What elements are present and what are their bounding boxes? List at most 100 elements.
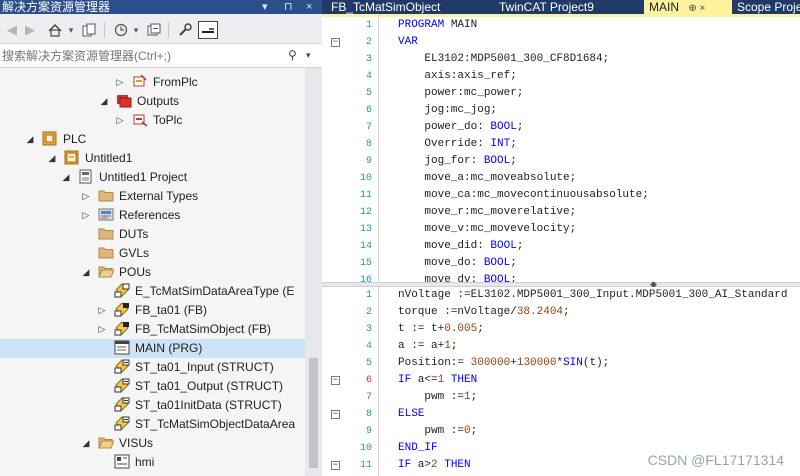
search-options-icon[interactable]: ▾ (306, 50, 311, 61)
collapsed-arrow-icon[interactable]: ▷ (114, 76, 126, 88)
code-line[interactable]: 2 torque :=nVoltage/38.2404; (322, 304, 800, 321)
tree-node[interactable]: ▷ FB_ta01 (FB) (0, 301, 305, 320)
tab-main[interactable]: MAIN ⊕ × (644, 0, 732, 14)
tab-twincat-project9[interactable]: TwinCAT Project9 (494, 0, 644, 14)
fold-toggle-icon[interactable]: − (331, 376, 340, 385)
expanded-arrow-icon[interactable]: ◢ (80, 437, 92, 449)
home-icon[interactable] (46, 21, 64, 39)
code-line[interactable]: − 2 VAR (322, 34, 800, 51)
code-line[interactable]: 9 pwm :=0; (322, 423, 800, 440)
code-line[interactable]: 7 pwm :=1; (322, 389, 800, 406)
tree-node[interactable]: E_TcMatSimDataAreaType (E (0, 282, 305, 301)
tab-fb-tcmatsimobject[interactable]: FB_TcMatSimObject (326, 0, 494, 14)
tab-scope-project[interactable]: Scope Proje (732, 0, 800, 14)
code-line[interactable]: 12 move_r:mc_moverelative; (322, 204, 800, 221)
code-line[interactable]: 1 nVoltage :=EL3102.MDP5001_300_Input.MDP… (322, 287, 800, 304)
window-options-icon[interactable]: ▾ (262, 0, 268, 14)
line-number: 5 (365, 358, 372, 369)
collapsed-arrow-icon[interactable]: ▷ (114, 114, 126, 126)
tree-node[interactable]: ▷ FB_TcMatSimObject (FB) (0, 320, 305, 339)
expanded-arrow-icon[interactable]: ◢ (24, 133, 36, 145)
fold-toggle-icon[interactable]: − (331, 38, 340, 47)
tree-node[interactable]: ◢ Untitled1 Project (0, 168, 305, 187)
fold-toggle-icon[interactable]: − (331, 410, 340, 419)
line-number: 11 (359, 460, 372, 471)
tree-node[interactable]: ◢ PLC (0, 130, 305, 149)
tree-node-label: References (119, 208, 181, 222)
tree-node-label: Outputs (137, 94, 180, 108)
fold-toggle-icon[interactable]: − (331, 461, 340, 470)
pending-changes-icon[interactable] (112, 21, 130, 39)
expanded-arrow-icon[interactable]: ◢ (60, 171, 72, 183)
properties-wrench-icon[interactable] (176, 21, 194, 39)
code-line[interactable]: 1 PROGRAM MAIN (322, 17, 800, 34)
collapse-all-icon[interactable] (145, 21, 163, 39)
close-icon[interactable]: × (306, 0, 312, 14)
implementation-pane[interactable]: 1 nVoltage :=EL3102.MDP5001_300_Input.MDP… (322, 287, 800, 476)
forward-icon[interactable]: ▶ (22, 21, 38, 39)
code-line[interactable]: 13 move_v:mc_movevelocity; (322, 221, 800, 238)
show-all-files-icon[interactable] (80, 21, 98, 39)
code-line[interactable]: 16 move_dv: BOOL; (322, 272, 800, 282)
code-line[interactable]: 3 t := t+0.005; (322, 321, 800, 338)
code-line[interactable]: 7 power_do: BOOL; (322, 119, 800, 136)
code-text: t := t+0.005; (398, 323, 484, 335)
search-icon[interactable]: ⚲ (288, 48, 297, 62)
line-number: 2 (365, 37, 372, 48)
tree-node[interactable]: hmi (0, 453, 305, 472)
line-number: 3 (365, 324, 372, 335)
code-line[interactable]: 4 axis:axis_ref; (322, 68, 800, 85)
tree-node[interactable]: ◢ Untitled1 (0, 149, 305, 168)
expanded-arrow-icon[interactable]: ◢ (98, 95, 110, 107)
home-dropdown-icon[interactable]: ▾ (66, 21, 76, 39)
code-line[interactable]: 11 move_ca:mc_movecontinuousabsolute; (322, 187, 800, 204)
back-icon[interactable]: ◀ (4, 21, 20, 39)
auto-hide-pin-icon[interactable]: ⊓ (284, 0, 293, 14)
tree-node[interactable]: ▷ ToPlc (0, 111, 305, 130)
code-text: IF a<=1 THEN (398, 374, 478, 386)
collapsed-arrow-icon[interactable]: ▷ (96, 323, 108, 335)
tree-node-label: FB_ta01 (FB) (135, 303, 208, 317)
tree-node[interactable]: ◢ Outputs (0, 92, 305, 111)
explorer-scrollbar[interactable] (305, 68, 322, 476)
code-line[interactable]: 4 a := a+1; (322, 338, 800, 355)
code-line[interactable]: 8 Override: INT; (322, 136, 800, 153)
code-text: move_ca:mc_movecontinuousabsolute; (398, 189, 649, 201)
expanded-arrow-icon[interactable]: ◢ (80, 266, 92, 278)
code-line[interactable]: 9 jog_for: BOOL; (322, 153, 800, 170)
tree-node[interactable]: ST_ta01_Input (STRUCT) (0, 358, 305, 377)
declaration-pane[interactable]: 1 PROGRAM MAIN − 2 VAR 3 EL3102:MDP5001_300_C… (322, 17, 800, 282)
collapsed-arrow-icon[interactable]: ▷ (80, 209, 92, 221)
code-line[interactable]: 15 move_do: BOOL; (322, 255, 800, 272)
tree-node[interactable]: ST_ta01InitData (STRUCT) (0, 396, 305, 415)
code-line[interactable]: 5 Position:= 300000+130000*SIN(t); (322, 355, 800, 372)
tree-node[interactable]: MAIN (PRG) (0, 339, 305, 358)
pending-dropdown-icon[interactable]: ▾ (131, 21, 141, 39)
code-line[interactable]: 14 move_did: BOOL; (322, 238, 800, 255)
code-line[interactable]: 6 jog:mc_jog; (322, 102, 800, 119)
tree-node[interactable]: ST_ta01_Output (STRUCT) (0, 377, 305, 396)
tree-node[interactable]: ST_TcMatSimObjectDataArea (0, 415, 305, 434)
preview-icon[interactable] (198, 21, 218, 39)
code-line[interactable]: 5 power:mc_power; (322, 85, 800, 102)
expanded-arrow-icon[interactable]: ◢ (46, 152, 58, 164)
tree-node[interactable]: DUTs (0, 225, 305, 244)
tree-node[interactable]: ◢ VISUs (0, 434, 305, 453)
explorer-search-input[interactable] (2, 47, 284, 65)
tree-node[interactable]: ▷ External Types (0, 187, 305, 206)
code-line[interactable]: − 6 IF a<=1 THEN (322, 372, 800, 389)
code-line[interactable]: − 8 ELSE (322, 406, 800, 423)
code-line[interactable]: 10 move_a:mc_moveabsolute; (322, 170, 800, 187)
line-number: 3 (365, 54, 372, 65)
tree-node[interactable]: ▷ FromPlc (0, 73, 305, 92)
code-line[interactable]: 3 EL3102:MDP5001_300_CF8D1684; (322, 51, 800, 68)
tree-node[interactable]: ◢ POUs (0, 263, 305, 282)
collapsed-arrow-icon[interactable]: ▷ (80, 190, 92, 202)
tree-node[interactable]: GVLs (0, 244, 305, 263)
tree-node[interactable]: ▷ References (0, 206, 305, 225)
collapsed-arrow-icon[interactable]: ▷ (96, 304, 108, 316)
tab-pin-close-icon[interactable]: ⊕ × (688, 3, 705, 14)
code-text: VAR (398, 36, 418, 48)
explorer-scrollbar-thumb[interactable] (309, 358, 318, 468)
tree-node-label: GVLs (119, 246, 150, 260)
